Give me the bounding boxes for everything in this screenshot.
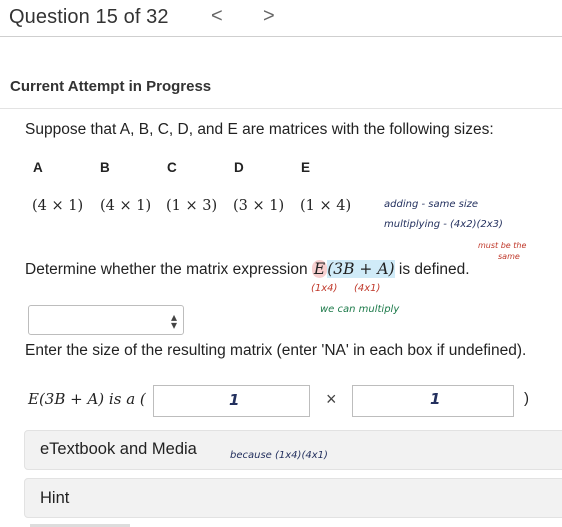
- matrix-size-a: (4 × 1): [32, 198, 84, 214]
- annotation-same: same: [498, 252, 520, 261]
- annotation-adding: adding - same size: [384, 199, 479, 210]
- times-symbol: ×: [326, 389, 337, 409]
- annotation-dims-b: (4x1): [354, 283, 381, 294]
- instruction-text: Enter the size of the resulting matrix (…: [25, 342, 527, 359]
- matrix-name-d: D: [234, 160, 244, 175]
- question-prompt: Suppose that A, B, C, D, and E are matri…: [25, 121, 494, 138]
- annotation-because: because (1x4)(4x1): [230, 450, 328, 461]
- annotation-we-can-multiply: we can multiply: [320, 304, 400, 315]
- matrix-size-d: (3 × 1): [233, 198, 285, 214]
- expression-e: E: [311, 260, 328, 278]
- next-question-button[interactable]: >: [263, 5, 275, 28]
- annotation-box2-mark: 1: [430, 390, 441, 408]
- matrix-size-b: (4 × 1): [100, 198, 152, 214]
- determine-prefix: Determine whether the matrix expression: [25, 261, 312, 278]
- annotation-multiplying: multiplying - (4x2)(2x3): [384, 219, 503, 230]
- section-divider: [0, 108, 562, 109]
- matrix-name-a: A: [33, 160, 43, 175]
- matrix-name-e: E: [301, 160, 311, 175]
- result-label: E(3B + A) is a (: [28, 390, 146, 408]
- matrix-name-c: C: [167, 160, 177, 175]
- annotation-must-be: must be the: [478, 241, 527, 250]
- attempt-status: Current Attempt in Progress: [10, 78, 212, 95]
- annotation-box1-mark: 1: [229, 391, 240, 409]
- defined-select[interactable]: ▴ ▾: [28, 305, 184, 335]
- close-paren: ): [524, 390, 529, 407]
- etextbook-media-label: eTextbook and Media: [40, 440, 197, 458]
- determine-suffix: is defined.: [394, 261, 470, 278]
- matrix-size-e: (1 × 4): [300, 198, 352, 214]
- previous-question-button[interactable]: <: [211, 5, 223, 28]
- question-counter: Question 15 of 32: [9, 6, 169, 28]
- hint-panel[interactable]: Hint: [24, 478, 562, 518]
- question-header: Question 15 of 32 < >: [0, 0, 562, 37]
- annotation-dims-e: (1x4): [311, 283, 338, 294]
- expression-paren: (3B + A): [327, 260, 395, 278]
- matrix-name-b: B: [100, 160, 110, 175]
- determine-sentence: Determine whether the matrix expression …: [25, 260, 470, 279]
- hint-label: Hint: [40, 489, 70, 507]
- up-down-chevron-icon: ▴ ▾: [170, 310, 177, 332]
- matrix-size-c: (1 × 3): [166, 198, 218, 214]
